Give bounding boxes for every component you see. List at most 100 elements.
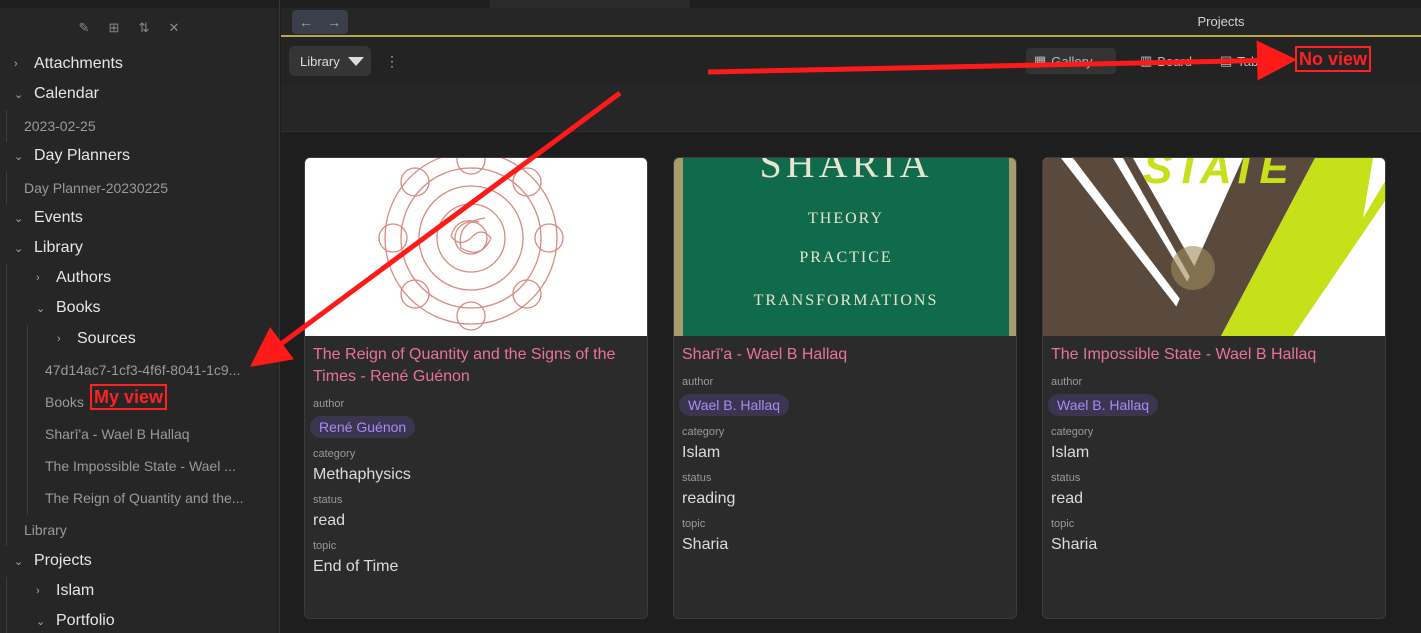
topic-value: Sharia xyxy=(1051,536,1098,553)
status-value: read xyxy=(313,512,346,529)
property-label: category xyxy=(682,426,725,438)
new-note-icon[interactable]: ✎ xyxy=(76,20,92,36)
property-label: status xyxy=(313,494,343,506)
card-title-link[interactable]: The Impossible State - Wael B Hallaq xyxy=(1043,336,1385,366)
cover-subtitle-text: PRACTICE xyxy=(799,249,893,266)
gallery-icon: ▦ xyxy=(1034,53,1047,68)
tab[interactable] xyxy=(490,0,690,8)
category-value: Islam xyxy=(1051,444,1090,461)
table-icon: ▤ xyxy=(1220,53,1233,68)
sidebar-item-label: Sources xyxy=(77,330,136,347)
sidebar-top-strip xyxy=(0,0,279,8)
author-tag[interactable]: Wael B. Hallaq xyxy=(1048,394,1159,416)
chevron-right-icon: › xyxy=(14,58,18,70)
chevron-down-icon: ⌄ xyxy=(36,302,46,315)
annotation-my-view: My view xyxy=(90,384,168,410)
gallery-card[interactable]: SHARIA THEORY PRACTICE TRANSFORMATIONS S… xyxy=(673,157,1017,619)
cover-subtitle-text: TRANSFORMATIONS xyxy=(753,292,939,309)
book-cover-image xyxy=(305,158,647,336)
sidebar-file-uuid[interactable]: 47d14ac7-1cf3-4f6f-8041-1c9... xyxy=(45,355,245,385)
sidebar-item-label: Attachments xyxy=(34,55,123,72)
cover-title-text: STATE xyxy=(1143,158,1291,193)
status-value: reading xyxy=(682,490,736,507)
sidebar-item-events[interactable]: ⌄ Events xyxy=(14,203,83,233)
more-options-icon[interactable]: ⋮ xyxy=(385,53,399,70)
app-window: ✎ ⊞ ⇅ ✕ › Attachments ⌄ Calendar 2023-02-2… xyxy=(0,0,1421,633)
sidebar-item-books[interactable]: ⌄ Books xyxy=(36,293,100,323)
chevron-right-icon: › xyxy=(36,585,40,597)
cover-subtitle-text: THEORY xyxy=(808,210,884,227)
tree-indent-guide xyxy=(6,577,7,633)
property-label: author xyxy=(1051,376,1083,388)
sidebar-file-day-planner[interactable]: Day Planner-20230225 xyxy=(24,173,168,203)
library-select[interactable]: Library xyxy=(289,46,371,76)
sidebar-item-label: Events xyxy=(34,209,83,226)
property-label: topic xyxy=(1051,518,1075,530)
file-explorer-sidebar: ✎ ⊞ ⇅ ✕ › Attachments ⌄ Calendar 2023-02-2… xyxy=(0,0,280,633)
sidebar-file-2023-02-25[interactable]: 2023-02-25 xyxy=(24,111,96,141)
card-title-link[interactable]: The Reign of Quantity and the Signs of t… xyxy=(305,336,647,388)
sidebar-file-books[interactable]: Books xyxy=(45,387,84,417)
gallery-card[interactable]: The Reign of Quantity and the Signs of t… xyxy=(304,157,648,619)
topic-value: End of Time xyxy=(313,558,399,575)
sidebar-item-label: Books xyxy=(45,394,84,410)
tree-indent-guide xyxy=(6,264,7,546)
sidebar-item-label: Portfolio xyxy=(56,612,115,629)
sidebar-item-label: Books xyxy=(56,299,101,316)
sidebar-item-calendar[interactable]: ⌄ Calendar xyxy=(14,79,99,109)
sidebar-item-label: Day Planner-20230225 xyxy=(24,180,168,196)
sidebar-item-label: 2023-02-25 xyxy=(24,118,96,134)
property-label: category xyxy=(1051,426,1094,438)
sidebar-item-attachments[interactable]: › Attachments xyxy=(14,49,123,79)
new-folder-icon[interactable]: ⊞ xyxy=(106,20,122,36)
board-icon: ▥ xyxy=(1140,53,1153,68)
collapse-all-icon[interactable]: ✕ xyxy=(166,20,182,36)
sidebar-item-authors[interactable]: › Authors xyxy=(36,263,111,293)
database-toolbar: Library ⋮ ▦ Gallery ⌄ ▥ Board ▤ Table xyxy=(281,37,1421,85)
view-gallery-button[interactable]: ▦ Gallery ⌄ xyxy=(1026,48,1117,74)
sidebar-file-library[interactable]: Library xyxy=(24,515,67,545)
sidebar-item-islam[interactable]: › Islam xyxy=(36,576,94,606)
sidebar-item-label: The Reign of Quantity and the... xyxy=(45,490,244,506)
sidebar-item-day-planners[interactable]: ⌄ Day Planners xyxy=(14,141,130,171)
tab-strip xyxy=(281,0,1421,8)
property-label: topic xyxy=(313,540,337,552)
category-value: Islam xyxy=(682,444,721,461)
sidebar-item-sources[interactable]: › Sources xyxy=(57,324,136,354)
view-label: Table xyxy=(1237,53,1269,69)
status-value: read xyxy=(1051,490,1084,507)
view-header: ← → Projects xyxy=(281,8,1421,37)
sidebar-item-projects[interactable]: ⌄ Projects xyxy=(14,546,92,576)
library-select-label: Library xyxy=(300,53,340,69)
gallery-card[interactable]: STATE The Impossible State - Wael B Hall… xyxy=(1042,157,1386,619)
sidebar-item-label: Library xyxy=(34,239,83,256)
sidebar-item-label: The Impossible State - Wael ... xyxy=(45,458,236,474)
chevron-right-icon: › xyxy=(57,333,61,345)
sort-icon[interactable]: ⇅ xyxy=(136,20,152,36)
mandala-cover-art xyxy=(378,158,564,331)
property-label: author xyxy=(313,398,345,410)
sidebar-toolbar: ✎ ⊞ ⇅ ✕ xyxy=(76,20,182,36)
sidebar-file-reign-of-quantity[interactable]: The Reign of Quantity and the... xyxy=(45,483,250,513)
chevron-down-icon: ⌄ xyxy=(14,88,24,101)
sidebar-file-sharia[interactable]: Sharī'a - Wael B Hallaq xyxy=(45,419,190,449)
sidebar-item-label: Projects xyxy=(34,552,92,569)
category-value: Methaphysics xyxy=(313,466,411,483)
author-tag[interactable]: Wael B. Hallaq xyxy=(679,394,790,416)
caret-down-icon xyxy=(347,56,364,66)
tree-indent-guide xyxy=(6,172,7,204)
gallery-view: The Reign of Quantity and the Signs of t… xyxy=(281,132,1421,633)
view-board-button[interactable]: ▥ Board xyxy=(1132,48,1200,74)
sidebar-item-portfolio[interactable]: ⌄ Portfolio xyxy=(36,606,115,633)
tree-indent-guide xyxy=(27,325,28,515)
topic-value: Sharia xyxy=(682,536,729,553)
chevron-down-icon: ⌄ xyxy=(14,150,24,163)
author-tag[interactable]: René Guénon xyxy=(310,416,416,438)
annotation-no-view: No view xyxy=(1295,46,1372,72)
sidebar-item-library[interactable]: ⌄ Library xyxy=(14,233,83,263)
card-title-link[interactable]: Sharī'a - Wael B Hallaq xyxy=(674,336,1016,366)
view-table-button[interactable]: ▤ Table xyxy=(1212,48,1272,74)
sidebar-item-label: Islam xyxy=(56,582,95,599)
property-label: status xyxy=(1051,472,1081,484)
sidebar-file-impossible-state[interactable]: The Impossible State - Wael ... xyxy=(45,451,245,481)
